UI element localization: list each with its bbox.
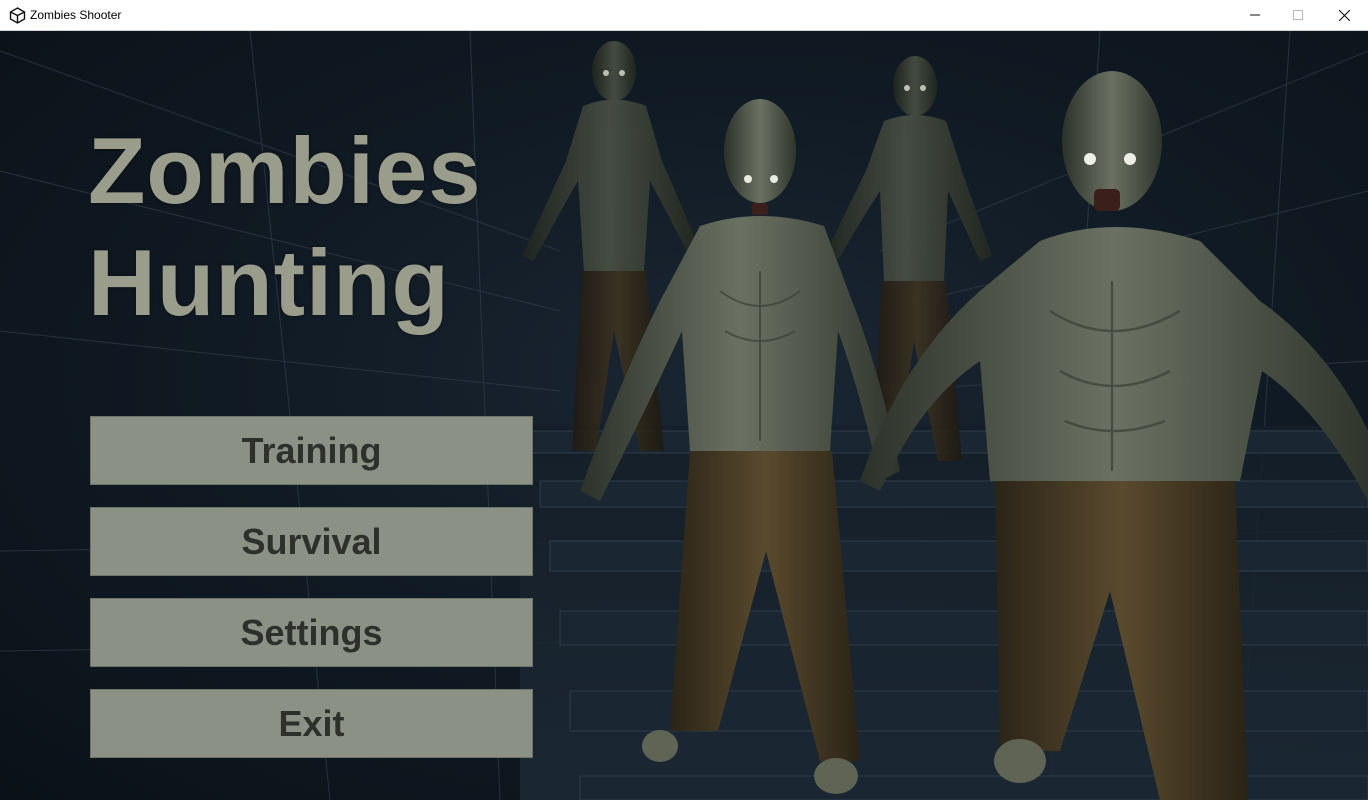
training-button[interactable]: Training (90, 416, 533, 485)
game-title-line1: Zombies (88, 118, 482, 223)
settings-button[interactable]: Settings (90, 598, 533, 667)
exit-button[interactable]: Exit (90, 689, 533, 758)
minimize-icon (1250, 14, 1260, 16)
unity-logo-icon (9, 7, 26, 24)
maximize-button[interactable] (1275, 0, 1321, 30)
maximize-icon (1293, 10, 1303, 20)
window-title: Zombies Shooter (30, 8, 122, 22)
close-icon (1338, 9, 1350, 21)
game-title-line2: Hunting (88, 230, 450, 335)
minimize-button[interactable] (1232, 0, 1278, 30)
window-titlebar[interactable]: Zombies Shooter (0, 0, 1368, 31)
game-viewport[interactable]: Zombies Hunting Training Survival Settin… (0, 31, 1368, 800)
survival-button[interactable]: Survival (90, 507, 533, 576)
game-title: Zombies Hunting (88, 115, 548, 339)
close-button[interactable] (1321, 0, 1367, 30)
